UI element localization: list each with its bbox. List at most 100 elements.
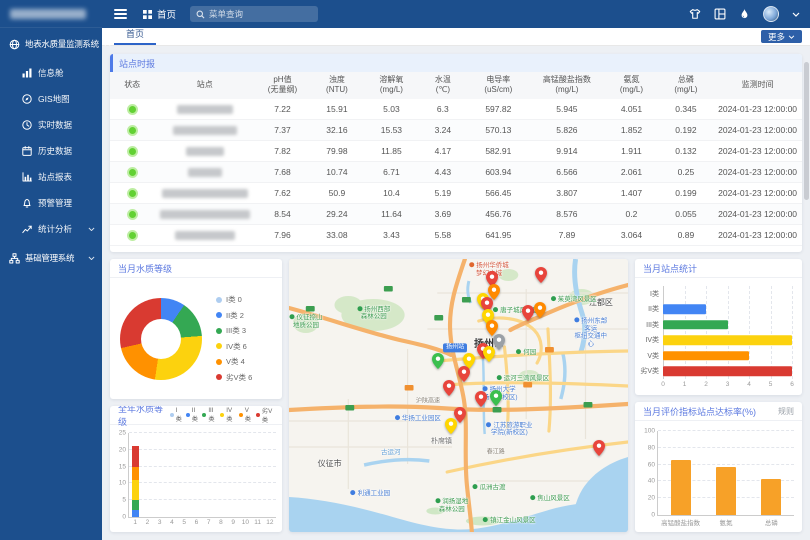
map-pin-yellow[interactable]: [445, 418, 457, 439]
cell-monitor_time: 2024-01-23 12:00:00: [713, 162, 802, 183]
map-pin-red[interactable]: [535, 267, 547, 288]
status-dot-normal: [127, 146, 138, 157]
cell-turbidity: 79.98: [310, 141, 364, 162]
breadcrumb-home[interactable]: 首页: [143, 7, 176, 21]
cell-total_phosphorus: 0.89: [659, 225, 713, 246]
monthly-station-stats-title: 当月站点统计: [643, 262, 697, 275]
cell-monitor_time: 2024-01-23 12:00:00: [713, 183, 802, 204]
legend-item[interactable]: III类: [202, 407, 216, 423]
chevron-down-icon[interactable]: [792, 12, 800, 17]
legend-item[interactable]: I类 0: [216, 294, 252, 305]
column-header: 总磷(mg/L): [659, 72, 713, 99]
map-pin-yellow[interactable]: [483, 346, 495, 367]
hbar: [663, 367, 792, 377]
cell-conductivity: 456.76: [467, 204, 530, 225]
cell-total_phosphorus: 0.199: [659, 183, 713, 204]
legend-item[interactable]: 劣V类 6: [216, 372, 252, 383]
tab-bar: 首页 更多: [102, 28, 810, 46]
compliance-rate-title: 当月评价指标站点达标率(%): [643, 405, 756, 418]
sidebar-group-1[interactable]: 基础管理系统: [0, 242, 102, 274]
page-scrollbar-thumb[interactable]: [804, 62, 809, 200]
map-pin-red[interactable]: [458, 366, 470, 387]
map-pin-red[interactable]: [593, 440, 605, 461]
chevron-down-icon: [88, 256, 95, 261]
status-dot-normal: [127, 188, 138, 199]
map-pin-red[interactable]: [443, 380, 455, 401]
cell-conductivity: 597.82: [467, 99, 530, 120]
legend-item[interactable]: IV类: [220, 407, 235, 423]
main-content: 站点时报 状态站点pH值(无量纲)浊度(NTU)溶解氧(mg/L)水温(℃)电导…: [102, 46, 810, 540]
theme-icon[interactable]: [689, 8, 701, 20]
legend-item[interactable]: 劣V类: [256, 406, 274, 424]
sidebar-item-历史数据[interactable]: 历史数据: [0, 138, 102, 164]
cell-total_phosphorus: 0.192: [659, 120, 713, 141]
legend-item[interactable]: II类 2: [216, 310, 252, 321]
station-table-row: 7.3732.1615.533.24570.135.8261.8520.1922…: [110, 120, 802, 141]
sidebar-item-实时数据[interactable]: 实时数据: [0, 112, 102, 138]
map-pin-orange[interactable]: [534, 302, 546, 323]
sidebar-item-预警管理[interactable]: 预警管理: [0, 190, 102, 216]
map-pin-red[interactable]: [475, 391, 487, 412]
legend-item[interactable]: V类: [239, 407, 252, 423]
station-name-redacted: [162, 189, 248, 198]
app-window: 地表水质量监测系统 信息舱 GIS地图 实时数据 历史数据 站点报表: [0, 0, 810, 540]
hbar: [663, 351, 749, 361]
sidebar-item-统计分析[interactable]: 统计分析: [0, 216, 102, 242]
cell-ph: 7.96: [255, 225, 309, 246]
cell-turbidity: 15.91: [310, 99, 364, 120]
cell-dissolved_oxygen: 11.85: [364, 141, 418, 162]
cell-turbidity: 32.16: [310, 120, 364, 141]
cell-dissolved_oxygen: 11.64: [364, 204, 418, 225]
water-drop-icon[interactable]: [739, 8, 750, 20]
cell-permanganate_index: 3.807: [530, 183, 605, 204]
cell-water_temp: 4.43: [419, 162, 467, 183]
cell-ph: 7.22: [255, 99, 309, 120]
legend-item[interactable]: V类 4: [216, 356, 252, 367]
cell-permanganate_index: 6.566: [530, 162, 605, 183]
avatar[interactable]: [763, 6, 779, 22]
cell-total_phosphorus: 0.055: [659, 204, 713, 225]
topbar: 首页: [102, 0, 810, 28]
donut-legend: I类 0 II类 2 III类 3 IV类 6 V类 4 劣V类 6: [216, 294, 252, 383]
legend-item[interactable]: III类 3: [216, 325, 252, 336]
search-input[interactable]: [209, 9, 312, 19]
station-name-redacted: [177, 105, 233, 114]
menu-search: [190, 6, 318, 22]
column-header: 溶解氧(mg/L): [364, 72, 418, 99]
report-icon: [22, 172, 32, 182]
more-button[interactable]: 更多: [761, 30, 802, 43]
cell-ph: 7.82: [255, 141, 309, 162]
cell-permanganate_index: 5.826: [530, 120, 605, 141]
cell-conductivity: 603.94: [467, 162, 530, 183]
chevron-up-icon: [104, 42, 111, 47]
station-table-row: 7.6250.910.45.19566.453.8071.4070.199202…: [110, 183, 802, 204]
cell-monitor_time: 2024-01-23 12:00:00: [713, 225, 802, 246]
cell-ammonia_nitrogen: 0.2: [604, 204, 658, 225]
map-pin-green[interactable]: [432, 353, 444, 374]
sidebar-group-0[interactable]: 地表水质量监测系统: [0, 28, 102, 60]
station-panel-title: 站点时报: [119, 57, 155, 70]
legend-item[interactable]: II类: [186, 407, 199, 423]
sidebar-item-信息舱[interactable]: 信息舱: [0, 60, 102, 86]
hbar: [663, 336, 792, 346]
cell-conductivity: 641.95: [467, 225, 530, 246]
cell-permanganate_index: 5.945: [530, 99, 605, 120]
legend-item[interactable]: IV类 6: [216, 341, 252, 352]
station-table-row: 7.8279.9811.854.17582.919.9141.9110.1322…: [110, 141, 802, 162]
app-logo: [0, 0, 102, 28]
cell-monitor_time: 2024-01-23 12:00:00: [713, 99, 802, 120]
sidebar-item-站点报表[interactable]: 站点报表: [0, 164, 102, 190]
cell-permanganate_index: 8.576: [530, 204, 605, 225]
monthly-quality-panel: 当月水质等级 I类 0II类 2III类 3IV类 6V类 4劣V类 6: [110, 259, 282, 399]
map-pin-red[interactable]: [522, 305, 534, 326]
sidebar-item-GIS地图[interactable]: GIS地图: [0, 86, 102, 112]
gis-map[interactable]: 扬州市江都区仪征市古运河春江路沪陕高速扬州西部 森林公园仪征捺山 地质公园运河三…: [289, 259, 628, 532]
cell-ph: 7.62: [255, 183, 309, 204]
rules-link[interactable]: 规则: [778, 406, 794, 417]
layout-icon[interactable]: [714, 8, 726, 20]
legend-item[interactable]: I类: [170, 407, 182, 423]
cell-ammonia_nitrogen: 4.051: [604, 99, 658, 120]
map-pin-green[interactable]: [490, 390, 502, 411]
menu-toggle-icon[interactable]: [112, 7, 129, 21]
column-header: 监测时间: [713, 72, 802, 99]
